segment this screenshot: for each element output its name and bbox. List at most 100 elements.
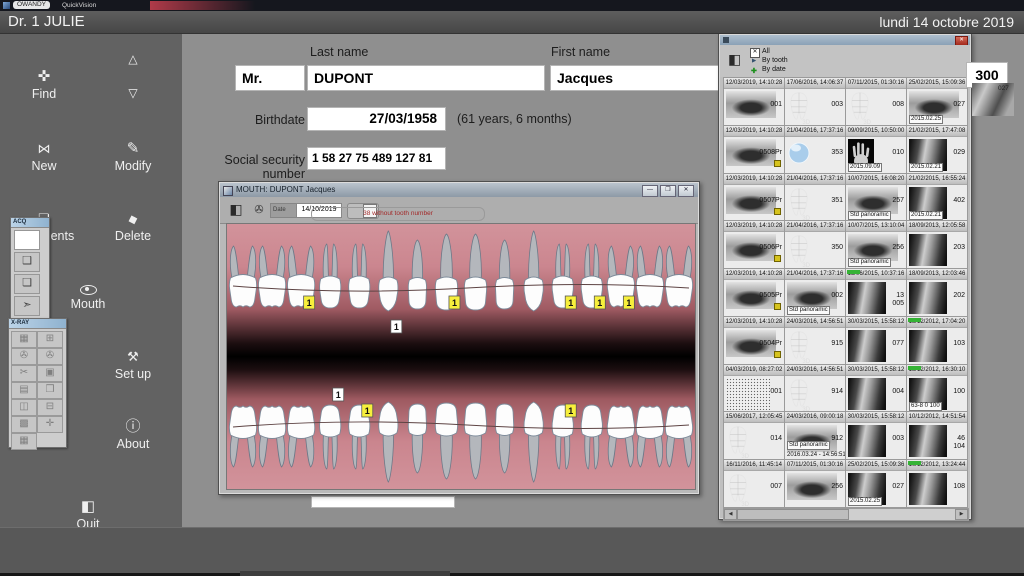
thumbnail-cell[interactable]: 16/11/2016, 11:45:143D007 [724, 460, 785, 508]
setup-button[interactable]: Set up [98, 348, 168, 381]
xray-thumbnail-xray[interactable] [909, 234, 947, 266]
mouth-window-titlebar[interactable]: MOUTH: DUPONT Jacques [220, 183, 698, 197]
thumbnail-cell[interactable]: 10/07/2015, 13:10:04256Std panoramic [846, 221, 907, 269]
maximize-button[interactable] [660, 185, 676, 197]
board-icon[interactable]: ⊟ [37, 399, 63, 416]
collage-icon[interactable]: ❒ [37, 382, 63, 399]
thumbnail-cell[interactable]: 21/04/2016, 17:37:163D350 [785, 221, 846, 269]
thumbnail-cell[interactable]: 30/03/2015, 15:58:12077 [846, 317, 907, 365]
tooth-molar[interactable] [229, 246, 256, 307]
thumbnail-cell[interactable]: 12/03/2019, 14:10:280508Pr [724, 126, 785, 174]
xray-thumbnail-xray[interactable] [848, 282, 886, 314]
thumb-grid-icon[interactable]: ⊞ [37, 331, 63, 348]
xray-thumbnail-t3d[interactable]: 3D [848, 91, 872, 126]
title-field[interactable]: Mr. [236, 66, 304, 90]
thumbnail-cell[interactable]: 12/03/2019, 14:10:28001 [724, 78, 785, 126]
tooth-molar[interactable] [258, 246, 285, 307]
page-export-icon[interactable]: ❏ [14, 274, 40, 294]
thumbnail-cell[interactable]: 30/03/2015, 15:58:12003 [846, 412, 907, 460]
minimize-button[interactable] [642, 185, 658, 197]
xray-thumbnail-pano[interactable] [909, 91, 959, 118]
tooth-molar[interactable] [258, 406, 285, 467]
tooth-canine[interactable] [524, 402, 543, 482]
xray-thumbnail-xray[interactable] [909, 473, 947, 505]
xray-thumbnail-dither[interactable] [726, 378, 770, 410]
tooth-incisor[interactable] [408, 240, 426, 309]
thumbnail-cell[interactable]: 24/03/2016, 09:00:18912Std panoramic2016… [785, 412, 846, 460]
tooth-molar[interactable] [229, 406, 256, 467]
ssn-field[interactable]: 1 58 27 75 489 127 81 [308, 148, 445, 169]
thumbnail-cell[interactable]: 18/12/2012, 16:30:1010063-8 0 100 [907, 365, 968, 413]
mouth-button[interactable]: Mouth [53, 278, 123, 311]
thumbnail-cell[interactable]: 25/02/2015, 15:09:360272015.02.25 [907, 78, 968, 126]
thumbnail-cell[interactable]: 21/02/2015, 16:55:244022015.02.21 [907, 174, 968, 222]
xray-thumbnail-t3db[interactable] [787, 139, 811, 170]
xray-thumbnail-xray[interactable] [909, 330, 947, 362]
xray-thumbnail-xray[interactable] [848, 330, 886, 362]
dense-grid-icon[interactable]: ▩ [11, 416, 37, 433]
thumbnail-cell[interactable]: 24/03/2016, 14:56:513D915 [785, 317, 846, 365]
scroll-down-button[interactable] [98, 84, 168, 102]
tooth-incisor[interactable] [408, 404, 426, 473]
delete-button[interactable]: Delete [98, 210, 168, 243]
tooth-central[interactable] [464, 403, 486, 479]
tooth-incisor[interactable] [495, 404, 513, 473]
tooth-canine[interactable] [524, 231, 543, 311]
tooth-molar[interactable] [665, 246, 692, 307]
xray-thumbnail-t3d[interactable]: 3D [787, 234, 811, 269]
thumbnail-cell[interactable]: 07/11/2015, 01:30:16256 [785, 460, 846, 508]
thumbnail-cell[interactable]: 04/03/2019, 08:27:02001 [724, 365, 785, 413]
scroll-right-arrow[interactable]: ▶ [955, 509, 968, 520]
xray-thumbnail-t3d[interactable]: 3D [726, 425, 750, 460]
tooth-central[interactable] [435, 403, 457, 479]
horizontal-scrollbar[interactable]: ◀ ▶ [723, 508, 969, 521]
tooth-molar[interactable] [636, 246, 663, 307]
thumbnail-cell[interactable]: 07/11/2015, 01:30:163D008 [846, 78, 907, 126]
tooth-molar[interactable] [636, 406, 663, 467]
close-icon[interactable] [678, 185, 694, 197]
xray-thumbnail-xray[interactable] [909, 425, 947, 457]
thumbnail-cell[interactable]: 12/03/2019, 14:10:280505Pr [724, 269, 785, 317]
xray-thumbnail-pano[interactable] [787, 473, 837, 500]
blank-icon[interactable] [14, 230, 40, 250]
acquire-cam-2-icon[interactable]: ✇ [37, 348, 63, 365]
thumbnail-cell[interactable]: 17/06/2016, 14:06:373D003 [785, 78, 846, 126]
xray-thumbnail-t3d[interactable]: 3D [787, 330, 811, 365]
xray-thumbnail-pano[interactable] [726, 91, 776, 118]
tooth-premolar[interactable] [349, 244, 370, 308]
xray-thumbnail-xray[interactable] [848, 378, 886, 410]
xray-thumbnail-pano[interactable] [787, 282, 837, 309]
xray-thumbnail-xray[interactable] [848, 425, 886, 457]
thumbnail-cell[interactable]: 10/07/2015, 16:08:20257Std panoramic [846, 174, 907, 222]
film-strip-icon[interactable]: ▦ [11, 433, 37, 450]
filter-by-tooth[interactable]: By tooth [762, 57, 788, 64]
thumbnail-cell[interactable]: 15/06/2015, 10:37:1613005 [846, 269, 907, 317]
acq-toolbar-title[interactable]: ACQ [11, 218, 49, 228]
xray-thumbnail-t3d[interactable]: 3D [787, 187, 811, 222]
xray-thumbnail-pano[interactable] [848, 187, 898, 214]
tooth-incisor[interactable] [495, 240, 513, 309]
tooth-premolar[interactable] [581, 405, 602, 469]
camera-icon[interactable]: ✇ [251, 203, 267, 217]
thumbnail-cell[interactable]: 21/04/2016, 17:37:16353 [785, 126, 846, 174]
thumbnail-cell[interactable]: 15/06/2017, 12:05:453D014 [724, 412, 785, 460]
thumbnail-cell[interactable]: 18/12/2012, 17:04:20103 [907, 317, 968, 365]
thumbnail-cell[interactable]: 24/03/2016, 14:56:513D914 [785, 365, 846, 413]
bottom-field[interactable] [312, 497, 454, 507]
thumbnail-cell[interactable]: 12/03/2019, 14:10:280506Pr [724, 221, 785, 269]
thumbnail-cell[interactable]: 12/03/2019, 14:10:280507Pr [724, 174, 785, 222]
tooth-chart[interactable]: 111111111 [226, 223, 696, 490]
find-button[interactable]: Find [9, 68, 79, 101]
print-icon[interactable]: ▤ [11, 382, 37, 399]
scrollbar-thumb[interactable] [737, 509, 849, 520]
move-icon[interactable]: ✛ [37, 416, 63, 433]
layout-icon[interactable]: ◫ [11, 399, 37, 416]
thumbnail-cell[interactable]: 21/04/2016, 17:37:16002Std panoramic [785, 269, 846, 317]
thumbnail-cell[interactable]: 12/03/2019, 14:10:280504Pr [724, 317, 785, 365]
exit-door-icon[interactable]: ◧ [728, 51, 741, 68]
new-button[interactable]: New [9, 140, 79, 173]
frame-icon[interactable]: ▣ [37, 365, 63, 382]
xray-toolbar-title[interactable]: X-RAY [9, 319, 66, 329]
cut-icon[interactable]: ✂ [11, 365, 37, 382]
checkbox-icon[interactable] [750, 48, 760, 58]
